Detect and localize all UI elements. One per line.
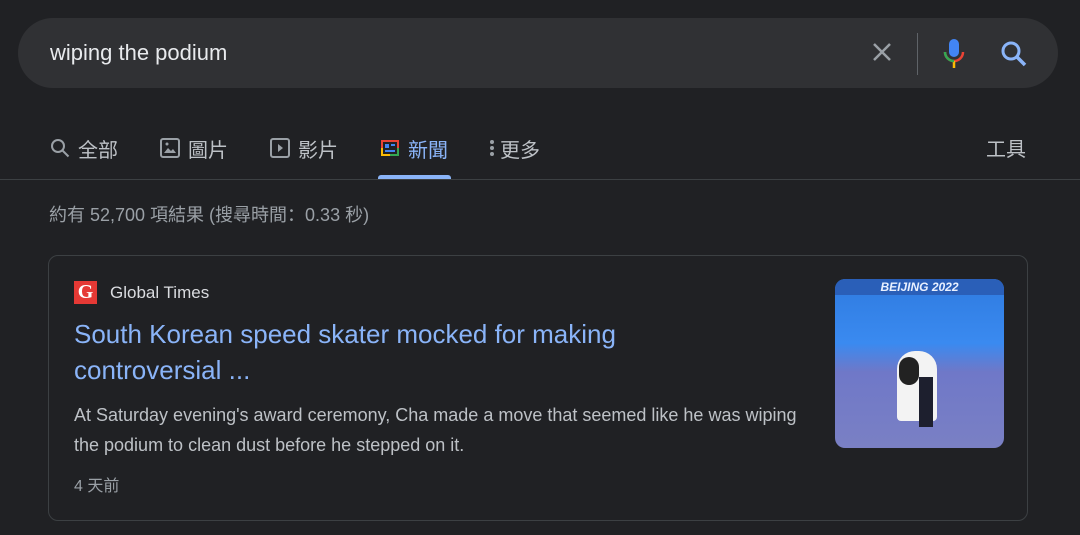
tab-label: 全部: [78, 139, 118, 162]
tab-news[interactable]: 新聞: [380, 133, 448, 163]
thumbnail-figure-head: [899, 357, 919, 385]
thumbnail-figure-legs: [919, 377, 933, 427]
image-icon: [160, 138, 180, 158]
tab-videos[interactable]: 影片: [270, 133, 338, 163]
result-thumbnail[interactable]: BEIJING 2022: [835, 279, 1004, 448]
search-icon[interactable]: [998, 38, 1030, 75]
divider: [917, 33, 918, 75]
search-input[interactable]: wiping the podium: [50, 40, 227, 66]
play-icon: [270, 138, 290, 158]
tab-label: 新聞: [408, 139, 448, 162]
tab-label: 圖片: [188, 139, 228, 162]
tab-all[interactable]: 全部: [50, 133, 118, 163]
search-bar: wiping the podium: [18, 18, 1058, 88]
result-age: 4 天前: [74, 478, 120, 495]
thumbnail-banner: BEIJING 2022: [835, 279, 1004, 295]
tab-images[interactable]: 圖片: [160, 133, 228, 163]
news-result-card[interactable]: G Global Times South Korean speed skater…: [48, 255, 1028, 521]
search-icon: [51, 139, 70, 158]
search-tabs: 全部 圖片 影片 新聞 更多 工具: [0, 128, 1080, 180]
tab-label: 影片: [298, 139, 338, 162]
tab-label: 更多: [500, 139, 540, 162]
result-title-link[interactable]: South Korean speed skater mocked for mak…: [74, 316, 694, 388]
active-tab-indicator: [378, 175, 451, 179]
microphone-icon[interactable]: [942, 37, 966, 76]
news-icon: [381, 140, 399, 156]
tab-more[interactable]: 更多: [488, 133, 540, 163]
source-name: Global Times: [110, 283, 210, 302]
clear-icon[interactable]: [868, 38, 896, 66]
tools-button[interactable]: 工具: [986, 133, 1026, 162]
result-snippet: At Saturday evening's award ceremony, Ch…: [74, 405, 797, 455]
source-favicon-icon: G: [74, 281, 97, 304]
result-stats: 約有 52,700 項結果 (搜尋時間：0.33 秒): [49, 205, 370, 225]
more-vert-icon: [490, 140, 494, 156]
